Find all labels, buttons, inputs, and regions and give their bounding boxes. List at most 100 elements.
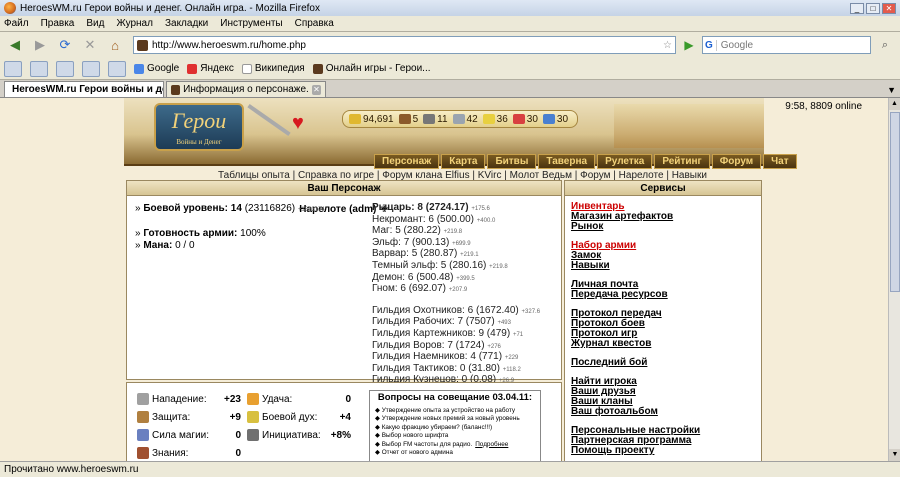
nav-battles[interactable]: Битвы (487, 154, 537, 169)
service-link[interactable]: Ваш фотоальбом (571, 407, 755, 417)
search-engine-icon[interactable]: G (705, 39, 717, 51)
faction-row-value: 5 (280.16) (440, 259, 487, 271)
vote-item: ◆ Утверждение новых премий за новый уров… (375, 415, 535, 424)
close-window-button[interactable]: ✕ (882, 2, 896, 14)
vertical-scrollbar[interactable]: ▲ ▼ (888, 98, 900, 461)
stat-value: +4 (339, 411, 351, 423)
menu-file[interactable]: Файл (4, 18, 29, 29)
service-link[interactable]: Рынок (571, 222, 755, 232)
vote-item-text: Утверждение новых премий за новый уровен… (381, 415, 520, 422)
bullet-icon: ◆ (375, 423, 382, 431)
bullet-icon: ◆ (375, 406, 382, 414)
mercury-icon (452, 114, 465, 124)
nav-rating[interactable]: Рейтинг (654, 154, 710, 169)
search-input[interactable]: G Google (702, 36, 871, 54)
guild-row-plus: +71 (512, 331, 524, 338)
army-ready-label: Готовность армии: (143, 228, 238, 239)
army-ready-value: 100% (240, 228, 266, 239)
bookmark-google[interactable]: Google (134, 63, 179, 74)
nav-forum[interactable]: Форум (711, 154, 762, 169)
back-button[interactable]: ◀ (4, 35, 26, 55)
nav-map[interactable]: Карта (441, 154, 486, 169)
bookmark-wikipedia[interactable]: Википедия (241, 63, 305, 74)
scroll-thumb[interactable] (890, 112, 900, 292)
tab-heroes-home[interactable]: HeroesWM.ru Герои войны и де... ✕ (4, 81, 164, 97)
resource-value: 11 (437, 113, 448, 125)
page-icon (241, 63, 252, 74)
stat-value: +9 (229, 411, 241, 423)
stop-button[interactable]: ✕ (79, 35, 101, 55)
nav-chat[interactable]: Чат (763, 154, 797, 169)
toolbar-extra-icon[interactable] (56, 60, 74, 77)
scroll-up-icon[interactable]: ▲ (889, 98, 900, 110)
toolbar-extra-icon[interactable] (4, 60, 22, 77)
wand-icon (137, 429, 149, 441)
nav-tavern[interactable]: Таверна (538, 154, 596, 169)
service-link[interactable]: Журнал квестов (571, 339, 755, 349)
nav-roulette[interactable]: Рулетка (597, 154, 653, 169)
vote-item-text: Отчет от нового админа (381, 449, 453, 456)
bookmark-heroes[interactable]: Онлайн игры - Герои... (312, 63, 431, 74)
vote-item-text: Выбор нового шрифта (381, 432, 449, 439)
stat-value: 0 (235, 429, 241, 441)
stat-label: Инициатива: (262, 429, 321, 441)
stat-value: 0 (345, 393, 351, 405)
service-link[interactable]: Последний бой (571, 358, 755, 368)
menu-history[interactable]: Журнал (116, 18, 153, 29)
home-button[interactable]: ⌂ (104, 35, 126, 55)
guild-row-name: Гильдия Тактиков: (372, 362, 458, 374)
faction-row-plus: +219.1 (460, 252, 479, 259)
stat-cell: Удача: 0 (247, 393, 357, 405)
service-link[interactable]: Передача ресурсов (571, 290, 755, 300)
game-logo[interactable]: Герои Войны и Денег (154, 103, 244, 151)
bookmark-label: Онлайн игры - Герои... (325, 63, 431, 74)
page-content: Герои Войны и Денег ♥ 94,691 5 11 42 36 30 30 … (0, 98, 888, 461)
game-banner: Герои Войны и Денег ♥ 94,691 5 11 42 36 30 30 … (124, 98, 797, 169)
minimize-button[interactable]: _ (850, 2, 864, 14)
game-nav: Персонаж Карта Битвы Таверна Рулетка Рей… (374, 154, 797, 169)
menu-bookmarks[interactable]: Закладки (165, 18, 208, 29)
maximize-button[interactable]: □ (866, 2, 880, 14)
close-tab-icon[interactable]: ✕ (311, 84, 321, 95)
forward-button[interactable]: ▶ (29, 35, 51, 55)
reload-button[interactable]: ⟳ (54, 35, 76, 55)
toolbar-extra-icon[interactable] (30, 60, 48, 77)
service-link[interactable]: Навыки (571, 261, 755, 271)
faction-row-value: 5 (280.22) (395, 225, 441, 237)
star-icon[interactable]: ☆ (663, 40, 672, 51)
stat-cell: Инициатива: +8% (247, 429, 357, 441)
character-summary: » Боевой уровень: 14 (23116826) +1883174… (135, 203, 365, 252)
vote-item-text: Утверждение опыта за устройство на работ… (381, 406, 516, 414)
menu-tools[interactable]: Инструменты (220, 18, 282, 29)
service-link[interactable]: Помощь проекту (571, 446, 755, 456)
combat-level-value: 14 (230, 203, 242, 214)
vote-item-text: Выбор FM частоты для радио. (381, 440, 473, 448)
ore-icon (423, 114, 436, 124)
tab-list-icon[interactable]: ▼ (883, 85, 900, 97)
bookmark-yandex[interactable]: Яндекс (187, 63, 234, 74)
vote-more-link[interactable]: Подробнее (475, 441, 508, 448)
menu-edit[interactable]: Правка (41, 18, 75, 29)
url-bar[interactable]: http://www.heroeswm.ru/home.php ☆ (133, 36, 676, 54)
book-icon (137, 447, 149, 459)
rainbow-icon (247, 393, 259, 405)
faction-row-value: 5 (280.87) (411, 248, 458, 260)
search-icon[interactable]: ⌕ (874, 35, 896, 55)
stat-value: +23 (224, 393, 241, 405)
nav-character[interactable]: Персонаж (374, 154, 440, 169)
resource-value: 42 (466, 113, 478, 125)
faction-row-value: 6 (692.07) (400, 283, 446, 295)
faction-row-plus: +207.9 (448, 287, 468, 294)
stat-grid: Нападение: +23 Удача: 0 Защита: +9 Боевой дух:… (137, 393, 357, 459)
menu-help[interactable]: Справка (295, 18, 334, 29)
menu-view[interactable]: Вид (86, 18, 104, 29)
site-favicon (137, 39, 148, 51)
tab-character-info[interactable]: Информация о персонаже. ✕ (166, 81, 326, 97)
go-button[interactable]: ▶ (679, 36, 699, 54)
stat-cell: Защита: +9 (137, 411, 247, 423)
scroll-down-icon[interactable]: ▼ (889, 449, 900, 461)
vote-item-text: Какую фракцию убираем? (баланс!!!) (381, 423, 493, 431)
toolbar-extra-icon[interactable] (108, 60, 126, 77)
wood-icon (398, 114, 411, 124)
toolbar-extra-icon[interactable] (82, 60, 100, 77)
